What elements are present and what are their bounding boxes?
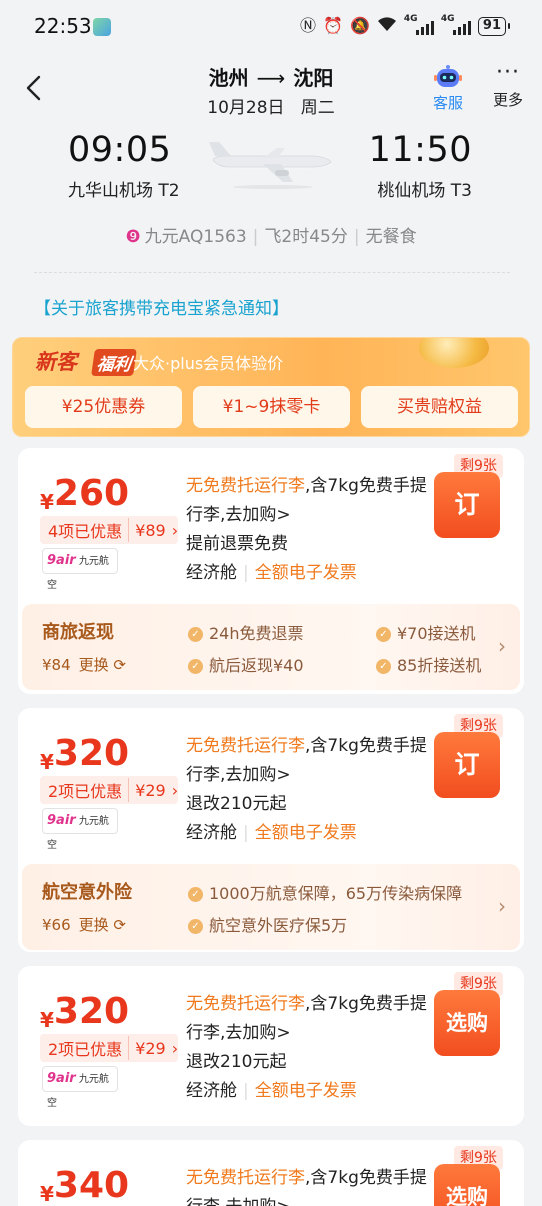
arrival-airport: 桃仙机场 T3 <box>377 181 472 201</box>
flight-info: ❾ 九元AQ1563 | 飞2时45分 | 无餐食 <box>0 222 542 247</box>
addon-benefit: ✓ 航后返现¥40 <box>188 652 304 676</box>
purchase-button[interactable]: 选购 <box>434 990 500 1056</box>
discount-badge[interactable]: 4项已优惠 ¥89 › <box>40 516 179 544</box>
more-button[interactable]: ··· 更多 <box>488 60 528 110</box>
book-button[interactable]: 订 <box>434 732 500 798</box>
baggage-warning: 无免费托运行李 <box>186 736 305 756</box>
fare-description: 无免费托运行李,含7kg免费手提行李,去加购> 退改210元起 经济舱 | 全额电子… <box>186 994 427 1101</box>
battery-icon: 91 <box>477 16 511 36</box>
addon-package[interactable]: 航空意外险 ¥66 更换 ⟳ ✓ 1000万航意保障，65万传染病保障 ✓ 航空意外医… <box>22 864 520 950</box>
date-text: 10月28日 <box>207 98 285 118</box>
customer-service-label: 客服 <box>432 94 463 112</box>
fare-card[interactable]: ¥340 无免费托运行李,含7kg免费手提行李,去加购> 剩9张 选购 <box>18 1140 524 1206</box>
promo-subtitle: 大众·plus会员体验价 <box>133 354 284 373</box>
airline-logo: 9air 九元航空 <box>42 548 118 591</box>
divider: | <box>252 227 259 247</box>
refund-policy: 退改210元起 <box>186 794 287 814</box>
fare-card[interactable]: ¥320 2项已优惠 ¥29 › 9air 九元航空 无免费托运行李,含7kg免费手… <box>18 708 524 952</box>
customer-service-button[interactable]: 客服 <box>428 64 468 113</box>
refund-policy: 退改210元起 <box>186 1052 287 1072</box>
addon-title: 商旅返现 <box>42 622 114 643</box>
book-button[interactable]: 订 <box>434 472 500 538</box>
cabin-class: 经济舱 <box>186 563 237 583</box>
flight-duration: 飞2时45分 <box>264 227 348 247</box>
addon-benefit: ✓ 85折接送机 <box>376 652 494 676</box>
robot-icon <box>434 65 462 87</box>
switch-addon-button[interactable]: 更换 ⟳ <box>79 916 126 934</box>
cabin-class: 经济舱 <box>186 1081 237 1101</box>
coin-decoration <box>419 338 489 368</box>
fare-description: 无免费托运行李,含7kg免费手提行李,去加购> 退改210元起 经济舱 | 全额电子… <box>186 736 427 843</box>
discount-badge[interactable]: 2项已优惠 ¥29 › <box>40 1034 179 1062</box>
addon-price: ¥84 更换 ⟳ <box>42 656 126 674</box>
weekday-text: 周二 <box>300 98 335 118</box>
flight-summary: 09:05 九华山机场 T2 11:50 桃仙机场 T3 <box>0 128 542 208</box>
app-notification-icon <box>93 18 111 36</box>
baggage-warning: 无免费托运行李 <box>186 994 305 1014</box>
more-label: 更多 <box>492 91 523 109</box>
addon-price: ¥66 更换 ⟳ <box>42 916 126 934</box>
status-icons: Ⓝ ⏰ 🔕 4G 4G 91 <box>300 14 511 36</box>
divider: | <box>353 227 360 247</box>
addon-benefit: ✓ 24h免费退票 <box>188 620 304 644</box>
arrival-time: 11:50 <box>368 130 472 170</box>
mute-icon: 🔕 <box>349 16 370 35</box>
signal-icon-1: 4G <box>404 14 434 35</box>
more-dots-icon: ··· <box>496 60 520 85</box>
fare-description: 无免费托运行李,含7kg免费手提行李,去加购> <box>186 1164 436 1206</box>
invoice-info: 全额电子发票 <box>254 823 357 843</box>
departure-time: 09:05 <box>68 130 172 170</box>
fare-card[interactable]: ¥320 2项已优惠 ¥29 › 9air 九元航空 无免费托运行李,含7kg免费手… <box>18 966 524 1126</box>
addon-benefit: ✓ ¥70接送机 <box>376 620 494 644</box>
addon-benefit: ✓ 1000万航意保障，65万传染病保障 <box>188 880 494 904</box>
fare-price: ¥260 <box>40 473 130 515</box>
airline-logo: 9air 九元航空 <box>42 808 118 851</box>
chevron-right-icon: › <box>498 634 506 658</box>
fare-price: ¥340 <box>40 1165 130 1206</box>
purchase-button[interactable]: 选购 <box>434 1164 500 1206</box>
powerbank-notice-link[interactable]: 【关于旅客携带充电宝紧急通知】 <box>34 294 289 319</box>
airplane-icon <box>209 142 333 189</box>
wifi-icon <box>377 16 397 36</box>
switch-addon-button[interactable]: 更换 ⟳ <box>79 656 126 674</box>
cabin-class: 经济舱 <box>186 823 237 843</box>
fare-price: ¥320 <box>40 991 130 1033</box>
discount-badge[interactable]: 2项已优惠 ¥29 › <box>40 776 179 804</box>
rounding-card-button[interactable]: ¥1~9抹零卡 <box>193 386 350 428</box>
signal-icon-2: 4G <box>441 14 471 35</box>
promo-title-new: 新客 <box>35 350 77 374</box>
status-time: 22:53 <box>34 14 92 38</box>
baggage-warning: 无免费托运行李 <box>186 1168 305 1188</box>
price-guarantee-button[interactable]: 买贵赔权益 <box>361 386 518 428</box>
dashed-divider <box>34 272 510 273</box>
chevron-right-icon: › <box>498 894 506 918</box>
fare-card[interactable]: ¥260 4项已优惠 ¥89 › 9air 九元航空 无免费托运行李,含7kg免费手… <box>18 448 524 694</box>
baggage-warning: 无免费托运行李 <box>186 476 305 496</box>
route-arrow-icon: ⟶ <box>256 66 286 90</box>
addon-title: 航空意外险 <box>42 882 132 903</box>
addon-benefit: ✓ 航空意外医疗保5万 <box>188 912 347 936</box>
airline-logo: 9air 九元航空 <box>42 1066 118 1109</box>
airline-marker-icon: ❾ <box>125 227 141 247</box>
new-user-promo-banner: 新客 福利 大众·plus会员体验价 ¥25优惠券 ¥1~9抹零卡 买贵赔权益 <box>12 337 530 437</box>
departure-airport: 九华山机场 T2 <box>68 181 180 201</box>
route-from: 池州 <box>208 66 249 90</box>
coupon-25-button[interactable]: ¥25优惠券 <box>25 386 182 428</box>
invoice-info: 全额电子发票 <box>254 1081 357 1101</box>
fare-description: 无免费托运行李,含7kg免费手提行李,去加购> 提前退票免费 经济舱 | 全额电子发… <box>186 476 427 583</box>
route-to: 沈阳 <box>293 66 334 90</box>
status-bar: 22:53 Ⓝ ⏰ 🔕 4G 4G 91 <box>0 0 542 56</box>
invoice-info: 全额电子发票 <box>254 563 357 583</box>
header: 池州 ⟶ 沈阳 10月28日 周二 客服 ··· 更多 <box>0 56 542 126</box>
alarm-icon: ⏰ <box>323 16 343 35</box>
promo-title-benefit: 福利 <box>91 349 137 376</box>
meal-info: 无餐食 <box>365 227 417 247</box>
addon-package[interactable]: 商旅返现 ¥84 更换 ⟳ ✓ 24h免费退票 ✓ ¥70接送机 ✓ 航后返现¥40 ✓… <box>22 604 520 690</box>
fare-price: ¥320 <box>40 733 130 775</box>
refund-policy: 提前退票免费 <box>186 534 288 554</box>
nfc-icon: Ⓝ <box>300 16 317 35</box>
flight-number: 九元AQ1563 <box>144 227 247 247</box>
